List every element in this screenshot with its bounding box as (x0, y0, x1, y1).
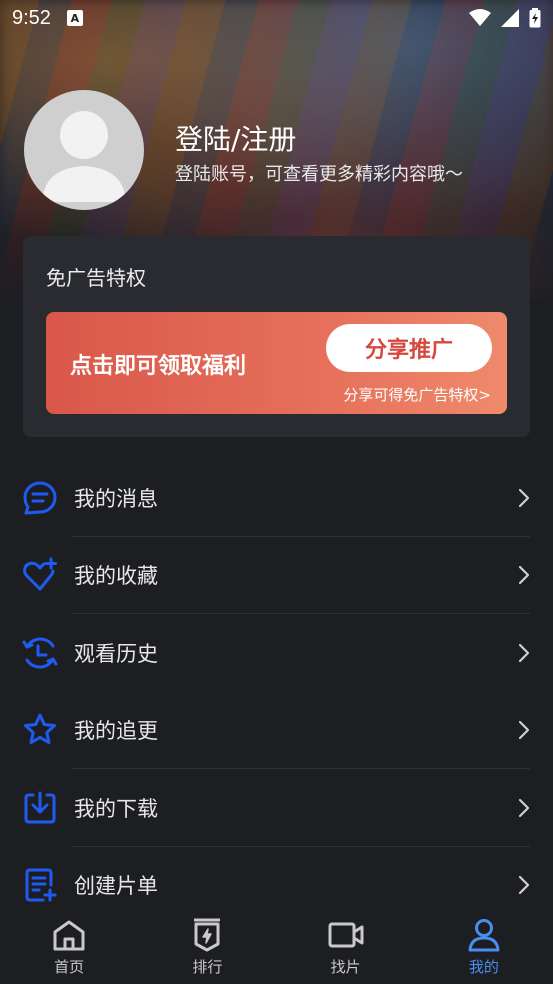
chevron-right-icon (518, 566, 530, 585)
chevron-right-icon (518, 643, 530, 662)
battery-icon (529, 8, 541, 28)
share-promote-button[interactable]: 分享推广 (326, 324, 492, 372)
tab-label: 找片 (330, 958, 361, 976)
chevron-right-icon (518, 798, 530, 817)
signal-icon (501, 9, 519, 27)
star-icon (22, 712, 58, 748)
menu-item-downloads[interactable]: 我的下载 (0, 769, 553, 847)
share-hint-link[interactable]: 分享可得免广告特权> (343, 384, 491, 405)
menu-label: 我的追更 (74, 719, 158, 744)
create-list-icon (22, 867, 58, 903)
promo-banner[interactable]: 点击即可领取福利 分享推广 分享可得免广告特权> (46, 312, 507, 414)
tab-ranking[interactable]: 排行 (138, 908, 276, 984)
chevron-right-icon (518, 876, 530, 895)
menu-label: 创建片单 (74, 874, 158, 899)
menu-label: 我的下载 (74, 796, 158, 821)
login-hint-text: 登陆账号，可查看更多精彩内容哦～ (175, 164, 463, 185)
notification-icon: A (66, 10, 83, 26)
menu-item-favorites[interactable]: 我的收藏 (0, 537, 553, 614)
video-camera-icon (327, 916, 365, 954)
promo-banner-text: 点击即可领取福利 (70, 354, 247, 379)
chevron-right-icon (518, 721, 530, 740)
login-register-link[interactable]: 登陆/注册 (175, 118, 296, 158)
chevron-right-icon (518, 488, 530, 507)
menu-item-messages[interactable]: 我的消息 (0, 459, 553, 537)
privilege-title: 免广告特权 (46, 266, 146, 290)
wifi-icon (469, 9, 491, 26)
download-icon (22, 790, 58, 826)
ranking-icon (188, 916, 226, 954)
menu-label: 观看历史 (74, 641, 158, 666)
menu-item-history[interactable]: 观看历史 (0, 614, 553, 692)
menu-item-following[interactable]: 我的追更 (0, 692, 553, 769)
status-bar: 9:52 A (0, 0, 553, 36)
menu-list: 我的消息 我的收藏 观看历史 我的追更 我的下载 创建片单 (0, 459, 553, 924)
profile-icon (465, 916, 503, 954)
tab-label: 首页 (54, 958, 85, 976)
menu-label: 我的消息 (74, 486, 158, 511)
tab-label: 我的 (468, 958, 499, 976)
avatar[interactable] (24, 90, 144, 210)
tab-mine[interactable]: 我的 (415, 908, 553, 984)
tab-home[interactable]: 首页 (0, 908, 138, 984)
home-icon (50, 916, 88, 954)
menu-label: 我的收藏 (74, 564, 158, 589)
tab-discover[interactable]: 找片 (277, 908, 415, 984)
message-icon (22, 480, 58, 516)
default-avatar-icon (42, 111, 126, 202)
tab-label: 排行 (192, 958, 223, 976)
bottom-tab-bar: 首页 排行 找片 我的 (0, 908, 553, 984)
ad-free-privilege-card: 免广告特权 点击即可领取福利 分享推广 分享可得免广告特权> (23, 236, 530, 437)
favorite-heart-icon (22, 557, 58, 593)
history-icon (22, 635, 58, 671)
status-time: 9:52 (12, 6, 51, 29)
